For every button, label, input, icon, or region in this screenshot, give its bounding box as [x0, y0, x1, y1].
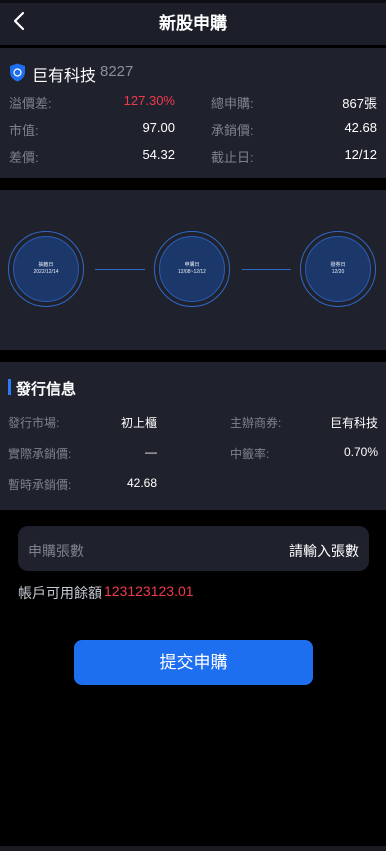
actual-price-label: 實際承銷價:: [8, 447, 72, 461]
premium-value: 127.30%: [123, 93, 175, 108]
submit-subscription-button[interactable]: 提交申購: [74, 640, 313, 685]
timeline-step-allotment: 撥券日 12/20: [300, 231, 376, 307]
tentative-price-label: 暫時承銷價:: [8, 478, 72, 492]
bottom-edge: [0, 846, 386, 851]
balance-label: 帳戶可用餘額: [18, 585, 102, 601]
deadline-label: 截止日:: [211, 150, 254, 165]
win-rate-value: 0.70%: [343, 445, 378, 459]
timeline-step-title: 申購日: [184, 262, 200, 268]
shield-logo-icon: [9, 63, 26, 82]
underwriting-price-label: 承銷價:: [211, 123, 254, 138]
timeline-step-lottery: 抽籤日 2022/12/14: [8, 231, 84, 307]
issue-market-value: 初上櫃: [120, 416, 157, 430]
issue-market-label: 發行市場:: [8, 416, 60, 430]
section-accent-bar: [8, 379, 11, 395]
balance-value: 123123123.01: [104, 583, 194, 599]
timeline-step-title: 撥券日: [330, 262, 346, 268]
timeline-step-date: 2022/12/14: [33, 269, 59, 275]
lead-underwriter-label: 主辦商券:: [230, 416, 282, 430]
spread-value: 54.32: [142, 147, 175, 162]
actual-price-value: —: [145, 445, 157, 459]
win-rate-label: 中籤率:: [230, 447, 270, 461]
lead-underwriter-value: 巨有科技: [329, 416, 378, 430]
timeline-step-title: 抽籤日: [38, 262, 54, 268]
total-subscribed-value: 867張: [342, 96, 377, 111]
page-title: 新股申購: [159, 14, 227, 33]
total-subscribed-label: 總申購:: [211, 96, 254, 111]
timeline-step-subscription: 申購日 12/08~12/12: [154, 231, 230, 307]
issue-info-title: 發行信息: [16, 381, 77, 398]
quantity-input[interactable]: 請輸入張數: [210, 541, 359, 561]
timeline-connector: [242, 269, 291, 270]
underwriting-price-value: 42.68: [344, 120, 377, 135]
timeline-step-date: 12/20: [331, 269, 345, 275]
tentative-price-value: 42.68: [126, 476, 157, 490]
stock-code: 8227: [100, 63, 134, 80]
market-value-label: 市值:: [9, 123, 39, 138]
quantity-label: 申購張數: [28, 543, 84, 559]
market-value: 97.00: [142, 120, 175, 135]
timeline-connector: [95, 269, 145, 270]
stock-name: 巨有科技: [32, 68, 97, 85]
spread-label: 差價:: [9, 150, 39, 165]
deadline-value: 12/12: [344, 147, 377, 162]
timeline-step-date: 12/08~12/12: [178, 269, 206, 275]
premium-label: 溢價差:: [9, 96, 52, 111]
